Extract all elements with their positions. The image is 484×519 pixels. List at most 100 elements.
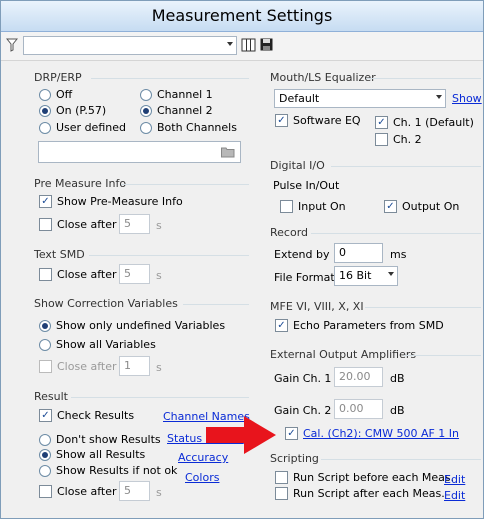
show-pre-measure-checkbox[interactable]: ✓ Show Pre-Measure Info bbox=[39, 195, 183, 208]
red-arrow-icon bbox=[206, 416, 276, 454]
radio-icon bbox=[39, 88, 51, 101]
result-close-input[interactable]: 5 bbox=[119, 481, 150, 501]
checkmark-icon: ✓ bbox=[275, 319, 288, 332]
radio-icon bbox=[39, 121, 51, 134]
run-script-after-checkbox[interactable]: Run Script after each Meas. bbox=[275, 487, 445, 500]
text-smd-close-input[interactable]: 5 bbox=[119, 264, 150, 284]
drp-file-path-field[interactable] bbox=[38, 141, 241, 163]
calibration-checkbox[interactable]: ✓ Cal. (Ch2): CMW 500 AF 1 In bbox=[285, 427, 459, 440]
gain-ch2-input[interactable]: 0.00 bbox=[334, 399, 383, 419]
file-format-label: File Format bbox=[274, 271, 335, 284]
checkbox-icon bbox=[275, 487, 288, 500]
extend-unit: ms bbox=[390, 248, 407, 261]
drp-channel-1[interactable]: Channel 1 bbox=[140, 88, 213, 101]
checkbox-icon bbox=[275, 471, 288, 484]
text-smd-group-title: Text SMD bbox=[34, 248, 85, 261]
gain-ch1-unit: dB bbox=[390, 372, 405, 385]
chevron-down-icon bbox=[436, 95, 442, 99]
radio-icon bbox=[140, 88, 152, 101]
edit-after-script-link[interactable]: Edit bbox=[444, 489, 465, 502]
checkmark-icon: ✓ bbox=[384, 200, 397, 213]
drp-channel-2[interactable]: Channel 2 bbox=[140, 104, 213, 117]
columns-icon[interactable] bbox=[241, 38, 256, 55]
pulse-io-label: Pulse In/Out bbox=[273, 179, 340, 192]
calibration-link[interactable]: Cal. (Ch2): CMW 500 AF 1 In bbox=[303, 427, 459, 440]
checkbox-icon bbox=[39, 485, 52, 498]
result-option-dont-show[interactable]: Don't show Results bbox=[39, 433, 161, 446]
save-icon[interactable] bbox=[260, 38, 273, 54]
output-on-checkbox[interactable]: ✓ Output On bbox=[384, 200, 459, 213]
folder-icon[interactable] bbox=[221, 146, 236, 161]
drp-option-on[interactable]: On (P.57) bbox=[39, 104, 106, 117]
result-close-checkbox[interactable]: Close after bbox=[39, 485, 117, 498]
checkbox-icon bbox=[280, 200, 293, 213]
radio-selected-icon bbox=[140, 104, 152, 117]
result-unit: s bbox=[156, 486, 162, 499]
eq-channel-2-checkbox[interactable]: Ch. 2 bbox=[375, 133, 422, 146]
checkbox-icon bbox=[39, 268, 52, 281]
drp-option-off[interactable]: Off bbox=[39, 88, 72, 101]
radio-selected-icon bbox=[39, 104, 51, 117]
gain-ch1-label: Gain Ch. 1 bbox=[274, 372, 332, 385]
chevron-down-icon bbox=[388, 272, 394, 276]
equalizer-select[interactable]: Default bbox=[274, 89, 446, 108]
correction-unit: s bbox=[156, 361, 162, 374]
text-smd-close-checkbox[interactable]: Close after bbox=[39, 268, 117, 281]
radio-selected-icon bbox=[39, 319, 51, 332]
measurement-settings-window: Measurement Settings DRP/ERP Off On (P.5… bbox=[0, 0, 484, 519]
checkmark-icon: ✓ bbox=[375, 116, 388, 129]
digital-io-group-title: Digital I/O bbox=[270, 159, 325, 172]
checkmark-icon: ✓ bbox=[275, 114, 288, 127]
filter-icon[interactable] bbox=[5, 38, 19, 55]
checkbox-icon bbox=[39, 360, 52, 373]
checkmark-icon: ✓ bbox=[39, 195, 52, 208]
check-results-checkbox[interactable]: ✓ Check Results bbox=[39, 409, 134, 422]
radio-icon bbox=[39, 338, 51, 351]
correction-group-title: Show Correction Variables bbox=[34, 297, 178, 310]
colors-link[interactable]: Colors bbox=[185, 471, 219, 484]
result-option-show-all[interactable]: Show all Results bbox=[39, 448, 145, 461]
window-title: Measurement Settings bbox=[1, 1, 483, 32]
run-script-before-checkbox[interactable]: Run Script before each Meas. bbox=[275, 471, 454, 484]
pre-measure-unit: s bbox=[156, 219, 162, 232]
extend-by-input[interactable]: 0 bbox=[334, 243, 383, 263]
correction-option-undefined[interactable]: Show only undefined Variables bbox=[39, 319, 225, 332]
gain-ch1-input[interactable]: 20.00 bbox=[334, 367, 383, 387]
checkmark-icon: ✓ bbox=[39, 409, 52, 422]
pre-measure-group-title: Pre Measure Info bbox=[34, 177, 127, 190]
chevron-down-icon bbox=[227, 42, 233, 46]
correction-close-checkbox[interactable]: Close after bbox=[39, 360, 117, 373]
amplifiers-group-title: External Output Amplifiers bbox=[270, 348, 417, 361]
correction-close-input[interactable]: 1 bbox=[119, 356, 150, 376]
drp-channel-both[interactable]: Both Channels bbox=[140, 121, 237, 134]
checkmark-icon: ✓ bbox=[285, 427, 298, 440]
software-eq-checkbox[interactable]: ✓ Software EQ bbox=[275, 114, 361, 127]
correction-option-all[interactable]: Show all Variables bbox=[39, 338, 156, 351]
text-smd-unit: s bbox=[156, 269, 162, 282]
drp-group-title: DRP/ERP bbox=[34, 71, 82, 84]
checkbox-icon bbox=[375, 133, 388, 146]
filter-combo[interactable] bbox=[23, 36, 237, 55]
result-option-not-ok[interactable]: Show Results if not ok bbox=[39, 464, 177, 477]
drp-option-user-defined[interactable]: User defined bbox=[39, 121, 126, 134]
gain-ch2-label: Gain Ch. 2 bbox=[274, 404, 332, 417]
echo-parameters-checkbox[interactable]: ✓ Echo Parameters from SMD bbox=[275, 319, 444, 332]
radio-selected-icon bbox=[39, 448, 51, 461]
checkbox-icon bbox=[39, 218, 52, 231]
gain-ch2-unit: dB bbox=[390, 404, 405, 417]
eq-channel-1-checkbox[interactable]: ✓ Ch. 1 (Default) bbox=[375, 116, 474, 129]
show-equalizer-link[interactable]: Show bbox=[452, 92, 482, 105]
mfe-group-title: MFE VI, VIII, X, XI bbox=[270, 300, 364, 313]
radio-icon bbox=[39, 464, 51, 477]
pre-measure-close-input[interactable]: 5 bbox=[119, 214, 150, 234]
mouth-eq-group-title: Mouth/LS Equalizer bbox=[270, 71, 376, 84]
extend-by-label: Extend by bbox=[274, 248, 330, 261]
record-group-title: Record bbox=[270, 226, 309, 239]
radio-icon bbox=[140, 121, 152, 134]
edit-before-script-link[interactable]: Edit bbox=[444, 473, 465, 486]
input-on-checkbox[interactable]: Input On bbox=[280, 200, 346, 213]
toolbar bbox=[1, 32, 483, 61]
radio-icon bbox=[39, 433, 51, 446]
pre-measure-close-checkbox[interactable]: Close after bbox=[39, 218, 117, 231]
file-format-select[interactable]: 16 Bit bbox=[334, 266, 398, 286]
